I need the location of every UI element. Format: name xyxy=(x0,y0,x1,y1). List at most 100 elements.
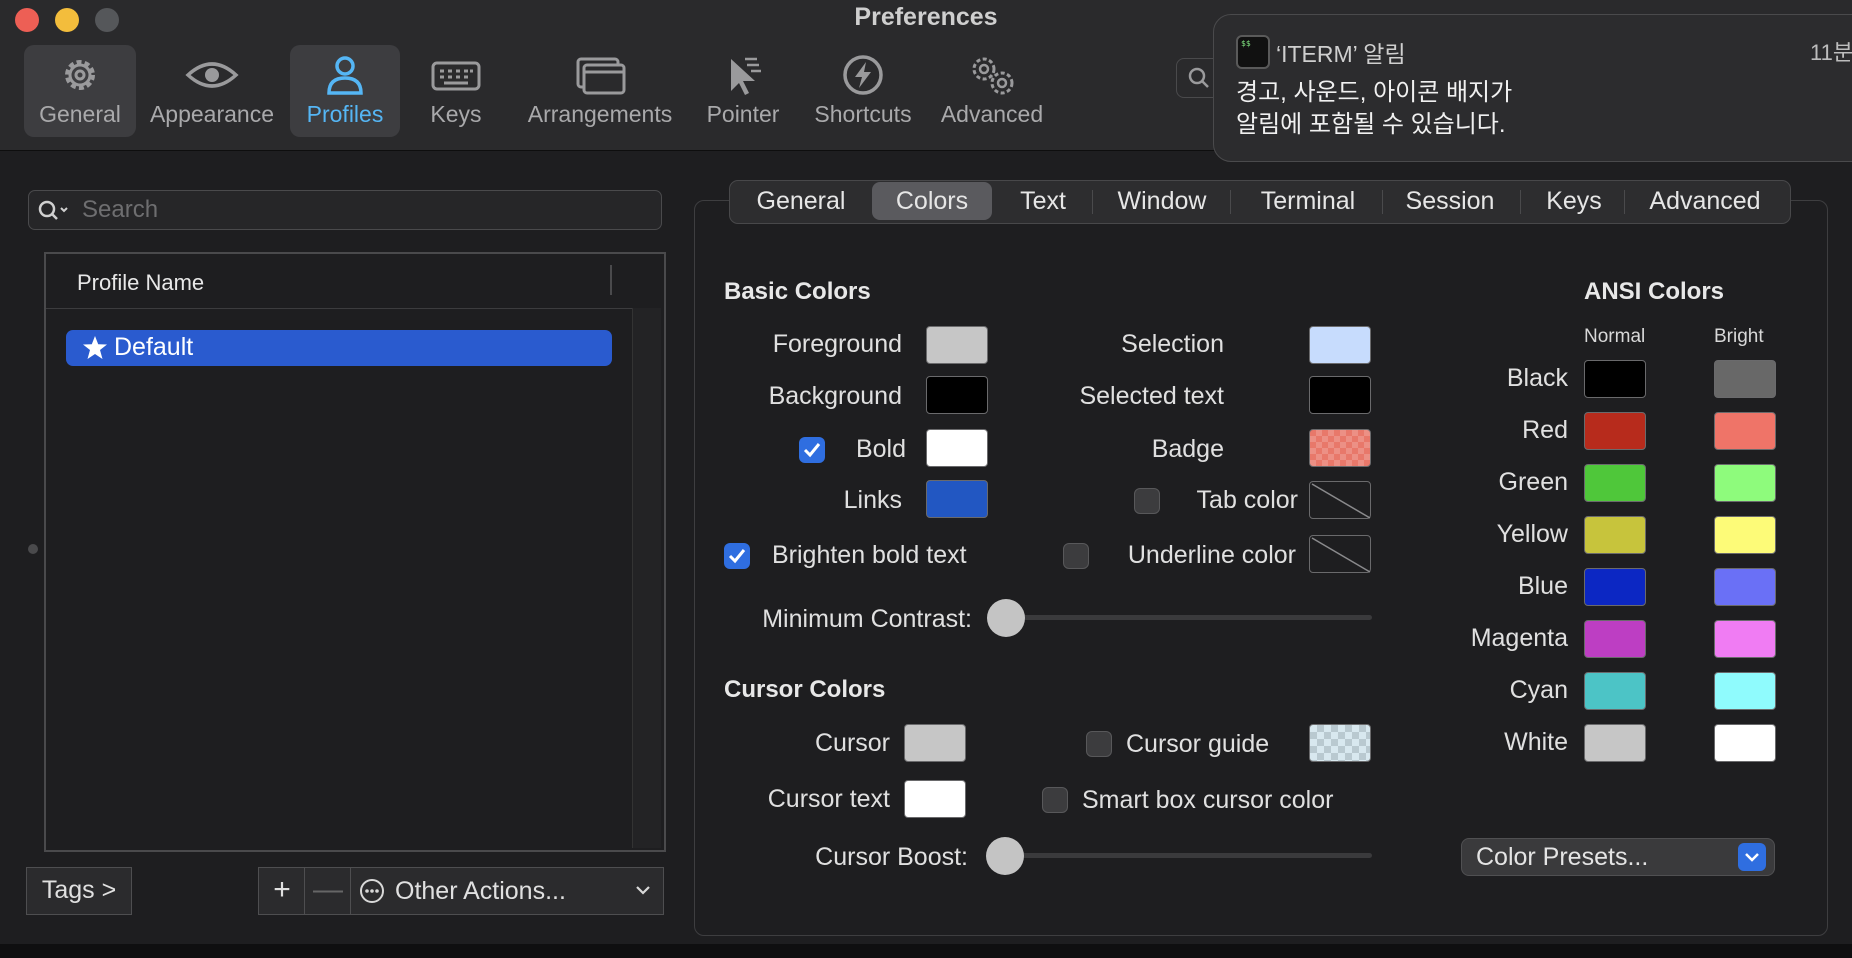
tab-session[interactable]: Session xyxy=(1388,180,1512,222)
tab-colors[interactable]: Colors xyxy=(872,182,992,220)
pointer-icon xyxy=(731,57,761,95)
bold-checkbox[interactable] xyxy=(799,437,825,463)
no-color-slash-icon xyxy=(1311,483,1371,519)
iterm-app-icon: $$ xyxy=(1236,35,1270,69)
toolbar-label: General xyxy=(39,101,121,127)
links-color-well[interactable] xyxy=(926,480,988,518)
smart-box-cursor-checkbox[interactable] xyxy=(1042,787,1068,813)
tags-button[interactable]: Tags > xyxy=(26,867,132,915)
list-scrollbar[interactable] xyxy=(632,308,661,848)
ansi-row-label: Magenta xyxy=(1470,624,1568,652)
ansi-normal-color-well[interactable] xyxy=(1584,412,1646,450)
tab-advanced[interactable]: Advanced xyxy=(1630,180,1780,222)
ansi-normal-color-well[interactable] xyxy=(1584,568,1646,606)
tab-color-checkbox[interactable] xyxy=(1134,488,1160,514)
tab-color-label: Tab color xyxy=(1196,486,1298,514)
ansi-bright-color-well[interactable] xyxy=(1714,464,1776,502)
selected-text-color-well[interactable] xyxy=(1309,376,1371,414)
ansi-normal-color-well[interactable] xyxy=(1584,672,1646,710)
bolt-icon xyxy=(843,55,883,95)
keyboard-icon xyxy=(431,61,481,91)
toolbar-label: Profiles xyxy=(306,101,384,127)
notification-app-name: ‘ITERM’ 알림 xyxy=(1276,41,1406,67)
profile-row-default[interactable]: Default xyxy=(66,330,612,366)
tab-terminal[interactable]: Terminal xyxy=(1236,180,1380,222)
ansi-colors-title: ANSI Colors xyxy=(1584,278,1725,305)
cursor-boost-label: Cursor Boost: xyxy=(815,843,968,871)
column-header-profile-name[interactable]: Profile Name xyxy=(77,270,204,296)
tab-window[interactable]: Window xyxy=(1096,180,1228,222)
ansi-bright-color-well[interactable] xyxy=(1714,568,1776,606)
cursor-boost-slider[interactable] xyxy=(1000,853,1372,858)
basic-colors-title: Basic Colors xyxy=(724,278,871,305)
toolbar-pointer[interactable]: Pointer xyxy=(696,45,790,137)
bold-color-well[interactable] xyxy=(926,429,988,467)
tab-text[interactable]: Text xyxy=(998,180,1088,222)
toolbar-profiles[interactable]: Profiles xyxy=(290,45,400,137)
toolbar-keys[interactable]: Keys xyxy=(410,45,502,137)
other-actions-button[interactable]: Other Actions... xyxy=(350,867,664,915)
ansi-normal-color-well[interactable] xyxy=(1584,620,1646,658)
ansi-row-label: Blue xyxy=(1517,572,1568,600)
ansi-bright-color-well[interactable] xyxy=(1714,724,1776,762)
ansi-bright-color-well[interactable] xyxy=(1714,360,1776,398)
notification-banner[interactable]: $$ ‘ITERM’ 알림 11분 경고, 사운드, 아이콘 배지가 알림에 포… xyxy=(1213,14,1852,162)
notification-line: 알림에 포함될 수 있습니다. xyxy=(1236,111,1506,138)
toolbar-shortcuts[interactable]: Shortcuts xyxy=(806,45,920,137)
ansi-bright-color-well[interactable] xyxy=(1714,412,1776,450)
toolbar-advanced[interactable]: Advanced xyxy=(934,45,1050,137)
foreground-label: Foreground xyxy=(772,330,902,358)
ansi-bright-color-well[interactable] xyxy=(1714,672,1776,710)
tab-divider xyxy=(1520,190,1521,214)
ellipsis-circle-icon xyxy=(360,879,384,903)
underline-color-well[interactable] xyxy=(1309,535,1371,573)
cursor-boost-knob[interactable] xyxy=(986,837,1024,875)
ansi-row-label: Black xyxy=(1506,364,1568,392)
ansi-normal-color-well[interactable] xyxy=(1584,516,1646,554)
no-color-slash-icon xyxy=(1311,537,1371,573)
selection-color-well[interactable] xyxy=(1309,326,1371,364)
underline-color-label: Underline color xyxy=(1127,541,1296,569)
color-presets-dropdown[interactable]: Color Presets... xyxy=(1461,838,1775,876)
ansi-bright-color-well[interactable] xyxy=(1714,516,1776,554)
eye-icon xyxy=(185,62,239,88)
cursor-text-color-well[interactable] xyxy=(904,780,966,818)
star-icon xyxy=(83,336,107,359)
toolbar-general[interactable]: General xyxy=(24,45,136,137)
tab-general[interactable]: General xyxy=(736,180,866,222)
badge-color-well[interactable] xyxy=(1309,429,1371,467)
selected-text-label: Selected text xyxy=(1079,382,1224,410)
cursor-guide-checkbox[interactable] xyxy=(1086,731,1112,757)
color-presets-label: Color Presets... xyxy=(1476,843,1649,871)
cursor-guide-color-well[interactable] xyxy=(1309,724,1371,762)
tab-keys[interactable]: Keys xyxy=(1526,180,1622,222)
column-divider[interactable] xyxy=(610,265,612,295)
tab-color-well[interactable] xyxy=(1309,481,1371,519)
add-profile-button[interactable]: + xyxy=(258,867,306,915)
foreground-color-well[interactable] xyxy=(926,326,988,364)
tab-divider xyxy=(1230,190,1231,214)
normal-column-label: Normal xyxy=(1584,326,1646,347)
other-actions-label: Other Actions... xyxy=(395,877,566,905)
bright-column-label: Bright xyxy=(1714,326,1764,347)
brighten-bold-checkbox[interactable] xyxy=(724,543,750,569)
background-color-well[interactable] xyxy=(926,376,988,414)
search-icon xyxy=(38,200,68,220)
minimum-contrast-slider[interactable] xyxy=(1000,615,1372,620)
split-handle[interactable] xyxy=(28,544,38,554)
ansi-normal-color-well[interactable] xyxy=(1584,724,1646,762)
toolbar-arrangements[interactable]: Arrangements xyxy=(520,45,680,137)
minimum-contrast-knob[interactable] xyxy=(987,599,1025,637)
remove-profile-button[interactable]: — xyxy=(304,867,352,915)
underline-color-checkbox[interactable] xyxy=(1063,543,1089,569)
links-label: Links xyxy=(843,486,902,514)
ansi-normal-color-well[interactable] xyxy=(1584,464,1646,502)
desktop-edge xyxy=(0,944,1852,958)
toolbar-appearance[interactable]: Appearance xyxy=(146,45,278,137)
ansi-bright-color-well[interactable] xyxy=(1714,620,1776,658)
bold-label: Bold xyxy=(855,435,906,463)
ansi-normal-color-well[interactable] xyxy=(1584,360,1646,398)
person-icon xyxy=(327,56,363,95)
cursor-color-well[interactable] xyxy=(904,724,966,762)
ansi-row-label: White xyxy=(1504,728,1568,756)
